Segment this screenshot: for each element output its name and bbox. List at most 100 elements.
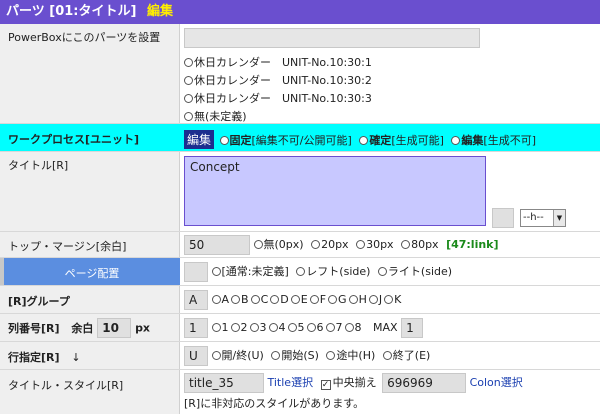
- column-value: 1 12345678 MAX 1: [180, 314, 600, 341]
- line-spec-option-e[interactable]: 終了(E): [382, 349, 430, 362]
- title-select-link[interactable]: Title選択: [268, 376, 314, 389]
- column-max-input[interactable]: 1: [401, 318, 424, 338]
- radio-icon[interactable]: [211, 351, 221, 360]
- radio-icon[interactable]: [311, 240, 321, 249]
- page-layout-option-default[interactable]: [通常:未定義]: [211, 265, 289, 278]
- margin-option-0[interactable]: 無(0px): [253, 238, 304, 251]
- radio-icon[interactable]: [211, 323, 221, 332]
- column-option[interactable]: 8: [344, 321, 362, 334]
- radio-icon[interactable]: [306, 323, 316, 332]
- margin-link-info: [47:link]: [446, 238, 499, 251]
- workprocess-option-confirm[interactable]: 確定[生成可能]: [359, 134, 444, 147]
- line-spec-option-h[interactable]: 途中(H): [326, 349, 375, 362]
- radio-icon[interactable]: [290, 295, 300, 304]
- heading-select[interactable]: --h-- ▼: [520, 209, 566, 227]
- page-layout-input[interactable]: [184, 262, 208, 282]
- margin-value: 50 無(0px) 20px 30px 80px [47:link]: [180, 232, 600, 257]
- column-input[interactable]: 1: [184, 318, 208, 338]
- column-option[interactable]: 2: [230, 321, 248, 334]
- style-input[interactable]: title_35: [184, 373, 264, 393]
- radio-icon[interactable]: [382, 351, 392, 360]
- title-textarea[interactable]: Concept: [184, 156, 486, 226]
- column-margin-input[interactable]: 10: [97, 318, 132, 338]
- radio-icon[interactable]: [184, 76, 193, 85]
- group-option[interactable]: D: [270, 293, 289, 306]
- color-input[interactable]: 696969: [382, 373, 467, 393]
- header-edit-link[interactable]: 編集: [147, 4, 173, 19]
- style-note: [R]に非対応のスタイルがあります。: [184, 397, 365, 410]
- radio-icon[interactable]: [230, 323, 240, 332]
- radio-icon[interactable]: [268, 323, 278, 332]
- column-option[interactable]: 4: [268, 321, 286, 334]
- powerbox-option-2[interactable]: 休日カレンダー UNIT-No.10:30:2: [184, 72, 600, 90]
- margin-input[interactable]: 50: [184, 235, 250, 255]
- workprocess-option-fixed[interactable]: 固定[編集不可/公開可能]: [219, 134, 352, 147]
- page-layout-option-right[interactable]: ライト(side): [377, 265, 452, 278]
- style-label: タイトル・スタイル[R]: [0, 370, 180, 414]
- group-option[interactable]: J: [368, 293, 382, 306]
- checkbox-icon[interactable]: ✓: [320, 380, 331, 390]
- radio-icon[interactable]: [211, 295, 221, 304]
- center-checkbox[interactable]: ✓ 中央揃え: [320, 376, 377, 390]
- radio-icon[interactable]: [368, 295, 378, 304]
- radio-icon[interactable]: [401, 240, 411, 249]
- radio-icon[interactable]: [253, 240, 263, 249]
- group-option[interactable]: H: [348, 293, 367, 306]
- radio-icon[interactable]: [296, 267, 306, 276]
- radio-icon[interactable]: [384, 295, 394, 304]
- group-options: ABCDEFGHJK: [211, 293, 404, 306]
- workprocess-option-edit[interactable]: 編集[生成不可]: [451, 134, 536, 147]
- line-spec-option-u[interactable]: 開/終(U): [211, 349, 264, 362]
- radio-icon[interactable]: [219, 136, 229, 145]
- column-option[interactable]: 1: [211, 321, 229, 334]
- line-spec-value: U 開/終(U) 開始(S) 途中(H) 終了(E): [180, 342, 600, 369]
- column-option[interactable]: 5: [287, 321, 305, 334]
- powerbox-row: PowerBoxにこのパーツを設置 休日カレンダー UNIT-No.10:30:…: [0, 24, 600, 124]
- radio-icon[interactable]: [287, 323, 297, 332]
- group-option[interactable]: F: [309, 293, 326, 306]
- radio-icon[interactable]: [359, 136, 369, 145]
- line-spec-option-s[interactable]: 開始(S): [271, 349, 319, 362]
- radio-icon[interactable]: [348, 295, 358, 304]
- title-small-input[interactable]: [492, 208, 514, 228]
- group-option[interactable]: K: [384, 293, 401, 306]
- radio-icon[interactable]: [271, 351, 281, 360]
- group-input[interactable]: A: [184, 290, 208, 310]
- column-option[interactable]: 6: [306, 321, 324, 334]
- color-select-link[interactable]: Colon選択: [470, 376, 523, 389]
- group-label: [R]グループ: [0, 286, 180, 313]
- radio-icon[interactable]: [377, 267, 387, 276]
- column-option[interactable]: 3: [249, 321, 267, 334]
- radio-icon[interactable]: [270, 295, 280, 304]
- radio-icon[interactable]: [326, 351, 336, 360]
- margin-option-20[interactable]: 20px: [311, 238, 349, 251]
- radio-icon[interactable]: [211, 267, 221, 276]
- powerbox-input[interactable]: [184, 28, 480, 48]
- group-option[interactable]: B: [231, 293, 249, 306]
- style-row: タイトル・スタイル[R] title_35 Title選択 ✓ 中央揃え 6969…: [0, 370, 600, 414]
- radio-icon[interactable]: [325, 323, 335, 332]
- radio-icon[interactable]: [249, 323, 259, 332]
- radio-icon[interactable]: [184, 58, 193, 67]
- radio-icon[interactable]: [344, 323, 354, 332]
- group-option[interactable]: G: [328, 293, 347, 306]
- margin-option-30[interactable]: 30px: [356, 238, 394, 251]
- margin-option-80[interactable]: 80px: [401, 238, 439, 251]
- group-option[interactable]: C: [250, 293, 268, 306]
- powerbox-option-3[interactable]: 休日カレンダー UNIT-No.10:30:3: [184, 90, 600, 108]
- radio-icon[interactable]: [356, 240, 366, 249]
- powerbox-option-1[interactable]: 休日カレンダー UNIT-No.10:30:1: [184, 54, 600, 72]
- page-layout-option-left[interactable]: レフト(side): [296, 265, 370, 278]
- radio-icon[interactable]: [451, 136, 461, 145]
- radio-icon[interactable]: [184, 94, 193, 103]
- line-spec-input[interactable]: U: [184, 346, 208, 366]
- column-option[interactable]: 7: [325, 321, 343, 334]
- radio-icon[interactable]: [328, 295, 338, 304]
- group-option[interactable]: A: [211, 293, 229, 306]
- group-option[interactable]: E: [290, 293, 308, 306]
- radio-icon[interactable]: [231, 295, 241, 304]
- radio-icon[interactable]: [309, 295, 319, 304]
- radio-icon[interactable]: [250, 295, 260, 304]
- style-value: title_35 Title選択 ✓ 中央揃え 696969 Colon選択 [R…: [180, 370, 600, 414]
- radio-icon[interactable]: [184, 112, 193, 121]
